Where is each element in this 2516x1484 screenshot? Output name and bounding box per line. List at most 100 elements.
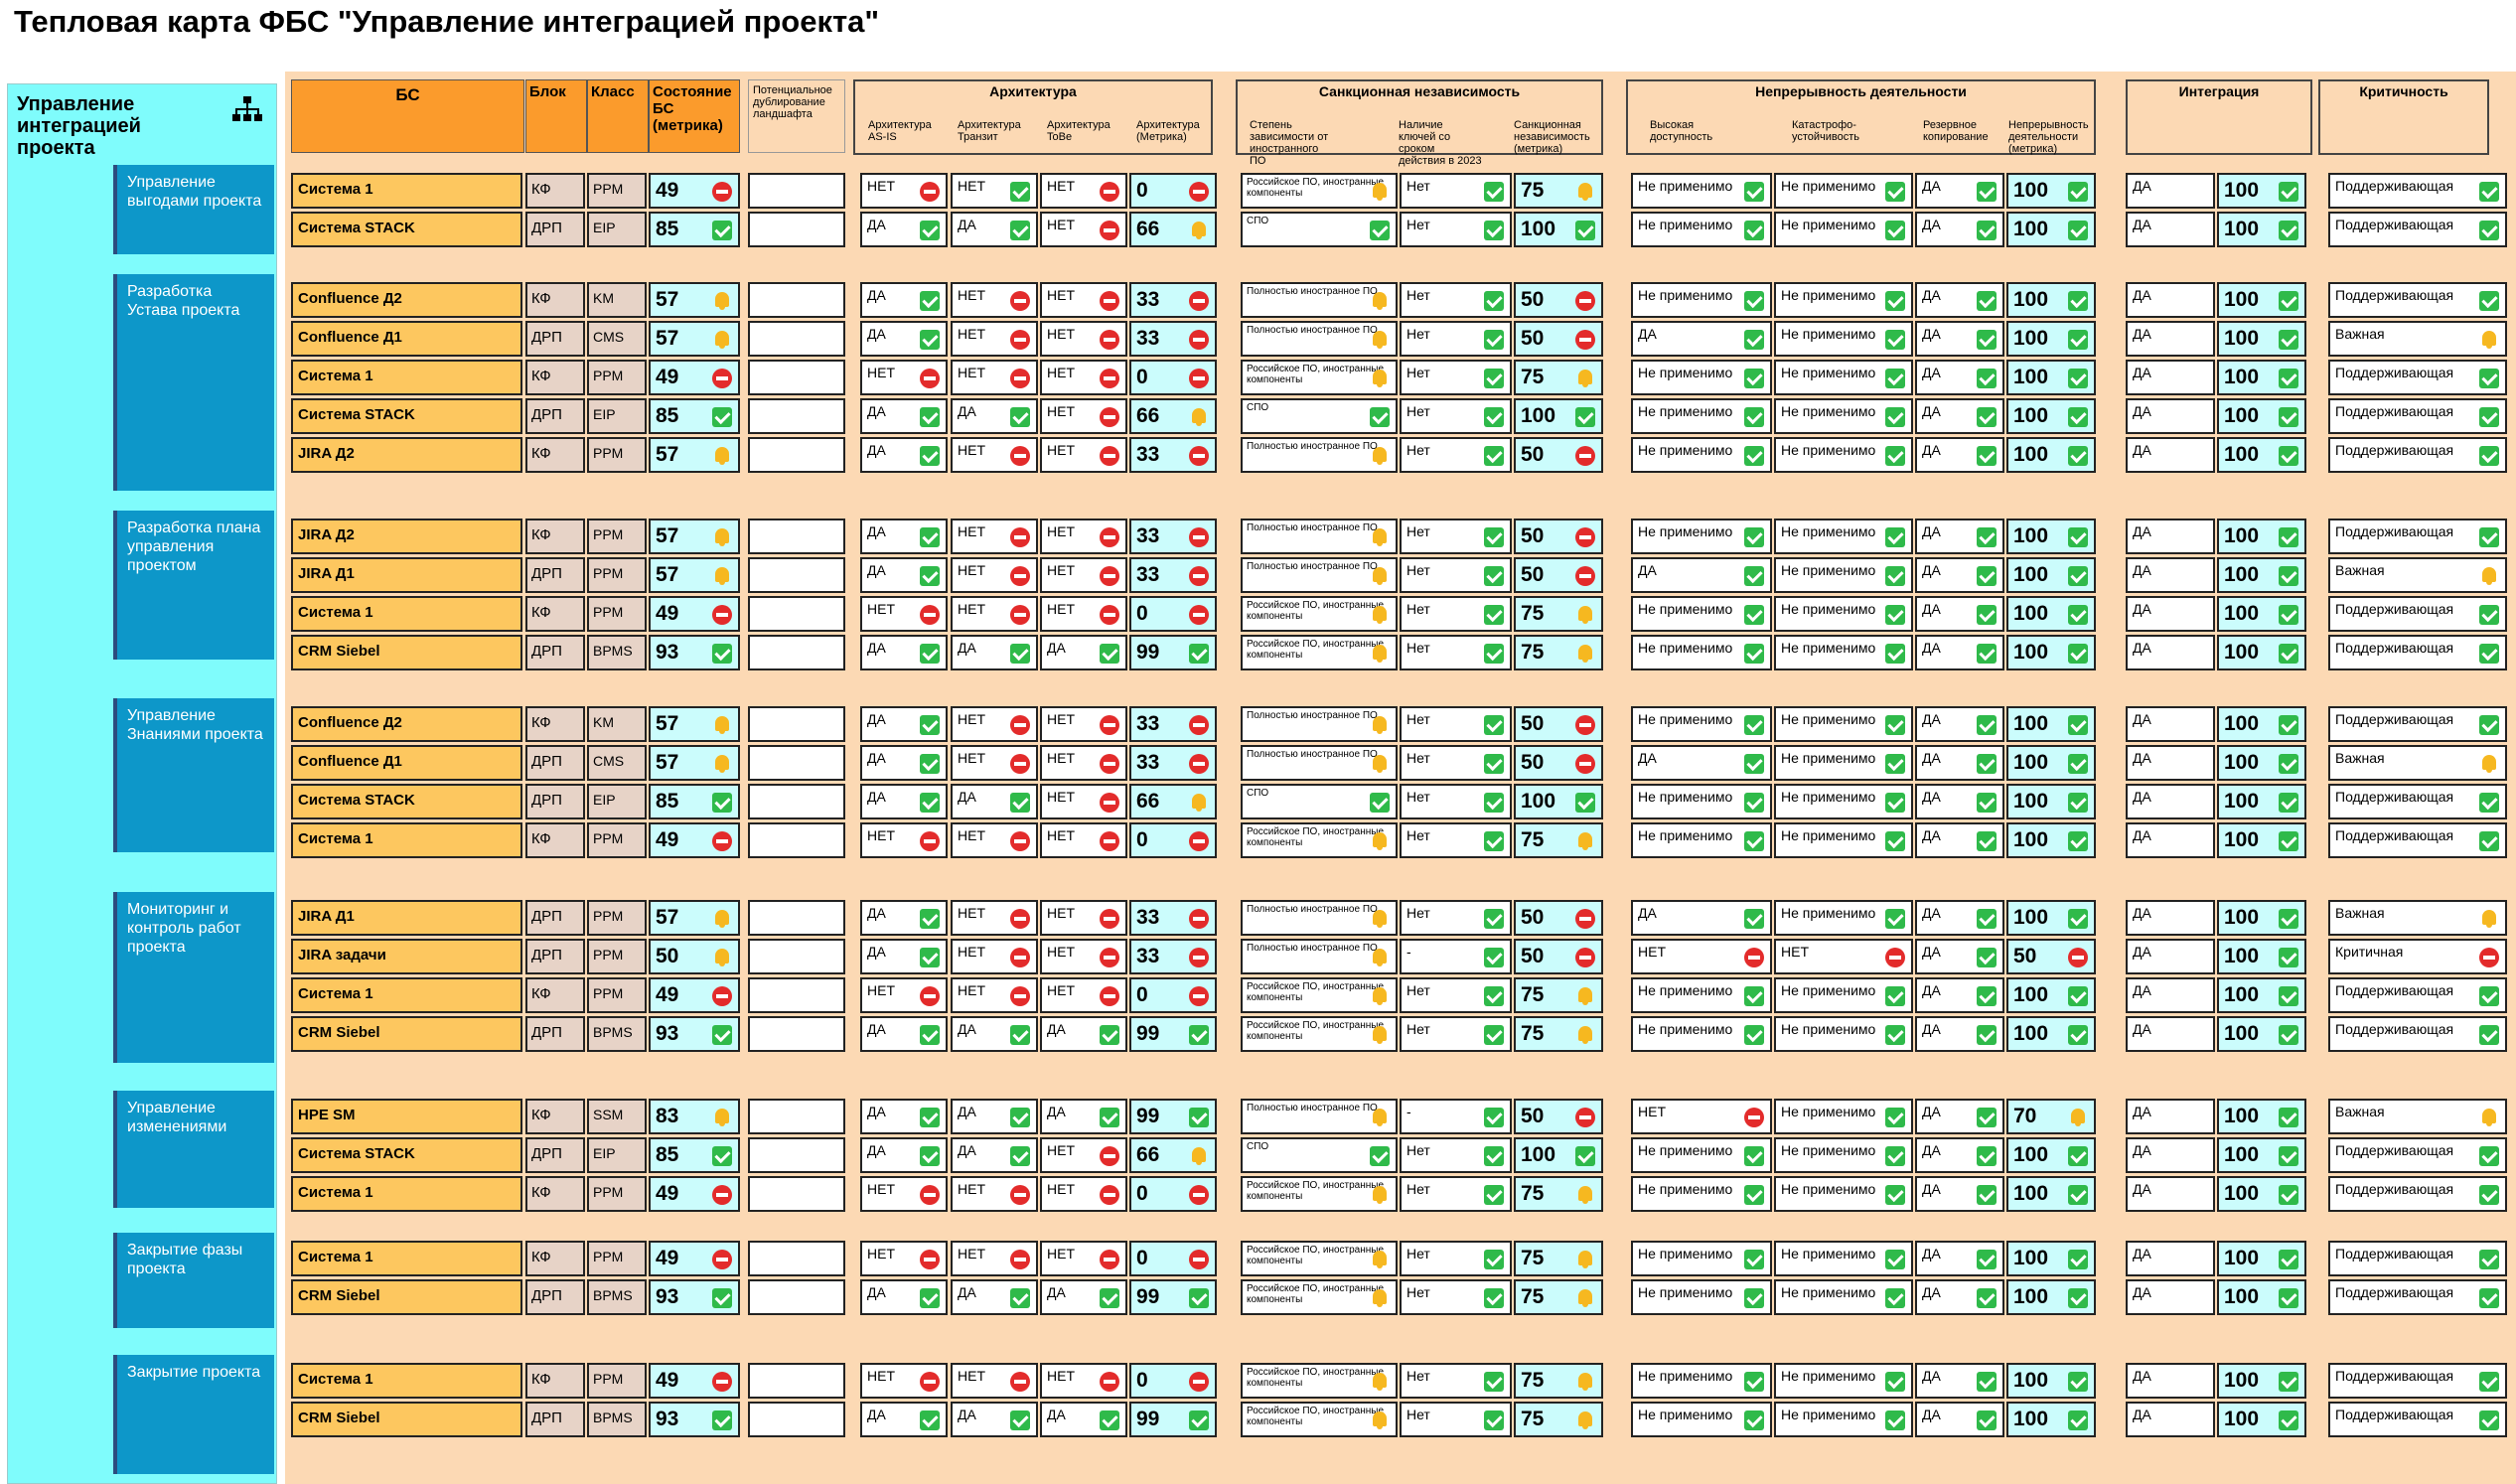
sanc-metric: 50 bbox=[1514, 557, 1603, 593]
cont-dr: Не применимо bbox=[1774, 1137, 1913, 1173]
cont-backup-text: ДА bbox=[1922, 442, 1941, 458]
arch-metric: 99 bbox=[1129, 1279, 1217, 1315]
cont-metric-text: 100 bbox=[2013, 524, 2049, 547]
integ-value-text: ДА bbox=[2133, 365, 2151, 380]
integ-value: ДА bbox=[2126, 212, 2215, 247]
block-cell: КФ bbox=[525, 1363, 585, 1399]
check-icon bbox=[1575, 221, 1595, 240]
arch-asis-text: ДА bbox=[867, 562, 886, 578]
arch-metric-text: 33 bbox=[1136, 443, 1160, 466]
sanc-keys: Нет bbox=[1400, 437, 1512, 473]
check-icon bbox=[1744, 446, 1764, 466]
arch-asis: ДА bbox=[860, 784, 948, 819]
integ-metric: 100 bbox=[2217, 282, 2306, 318]
state-metric: 57 bbox=[649, 745, 740, 781]
bell-icon bbox=[712, 527, 732, 547]
arch-tobe: ДА bbox=[1040, 1279, 1127, 1315]
stop-icon bbox=[1189, 1372, 1209, 1392]
process-4[interactable]: Мониторинг и контроль работ проекта bbox=[113, 892, 274, 1063]
state-metric-text: 49 bbox=[656, 1369, 679, 1392]
stop-icon bbox=[1575, 527, 1595, 547]
integ-metric: 100 bbox=[2217, 939, 2306, 974]
integ-value-text: ДА bbox=[2133, 287, 2151, 303]
cont-dr: Не применимо bbox=[1774, 360, 1913, 395]
process-0[interactable]: Управление выгодами проекта bbox=[113, 165, 274, 254]
integ-value: ДА bbox=[2126, 822, 2215, 858]
check-icon bbox=[2068, 182, 2088, 202]
integ-metric-text: 100 bbox=[2224, 1105, 2260, 1127]
check-icon bbox=[2068, 831, 2088, 851]
check-icon bbox=[1575, 407, 1595, 427]
bs-name: CRM Siebel bbox=[291, 1402, 522, 1437]
process-6[interactable]: Закрытие фазы проекта bbox=[113, 1233, 274, 1328]
cont-metric: 100 bbox=[2006, 321, 2096, 357]
sanc-dependency-text: Российское ПО, иностранные компоненты bbox=[1247, 1367, 1385, 1389]
arch-transit: ДА bbox=[951, 212, 1038, 247]
process-2[interactable]: Разработка плана управления проектом bbox=[113, 511, 274, 660]
cont-dr-text: Не применимо bbox=[1781, 1407, 1876, 1422]
integ-value-text: ДА bbox=[2133, 601, 2151, 617]
criticality: Поддерживающая bbox=[2328, 1363, 2507, 1399]
bs-name-text: JIRA Д1 bbox=[298, 565, 355, 582]
cont-availability: НЕТ bbox=[1631, 1099, 1772, 1134]
class-cell-text: BPMS bbox=[593, 1410, 633, 1425]
dup-cell bbox=[748, 706, 845, 742]
sanc-metric-text: 100 bbox=[1521, 790, 1556, 813]
process-3[interactable]: Управление Знаниями проекта bbox=[113, 698, 274, 852]
arch-transit: ДА bbox=[951, 1402, 1038, 1437]
cont-dr-text: Не применимо bbox=[1781, 1104, 1876, 1119]
arch-tobe: НЕТ bbox=[1040, 1176, 1127, 1212]
arch-tobe-text: ДА bbox=[1047, 1104, 1066, 1119]
sanc-dependency-text: Российское ПО, иностранные компоненты bbox=[1247, 639, 1385, 661]
check-icon bbox=[1885, 831, 1905, 851]
integ-value: ДА bbox=[2126, 939, 2215, 974]
check-icon bbox=[1885, 291, 1905, 311]
integ-value-text: ДА bbox=[2133, 178, 2151, 194]
state-metric: 49 bbox=[649, 822, 740, 858]
arch-transit-text: НЕТ bbox=[958, 601, 985, 617]
bs-name: Confluence Д1 bbox=[291, 745, 522, 781]
integ-value: ДА bbox=[2126, 437, 2215, 473]
bell-icon bbox=[1575, 182, 1595, 202]
stop-icon bbox=[1100, 527, 1119, 547]
check-icon bbox=[920, 1410, 940, 1430]
check-icon bbox=[1744, 1410, 1764, 1430]
arch-transit-text: НЕТ bbox=[958, 1246, 985, 1261]
check-icon bbox=[1484, 527, 1504, 547]
block-cell: ДРП bbox=[525, 1279, 585, 1315]
integ-metric-text: 100 bbox=[2224, 1247, 2260, 1269]
arch-asis: ДА bbox=[860, 939, 948, 974]
check-icon bbox=[1744, 527, 1764, 547]
cont-availability-text: Не применимо bbox=[1638, 1368, 1733, 1384]
arch-metric-text: 33 bbox=[1136, 751, 1160, 774]
arch-metric-text: 33 bbox=[1136, 945, 1160, 967]
class-cell: PPM bbox=[587, 1363, 647, 1399]
state-metric-text: 57 bbox=[656, 906, 679, 929]
class-cell: PPM bbox=[587, 437, 647, 473]
check-icon bbox=[2479, 182, 2499, 202]
process-7[interactable]: Закрытие проекта bbox=[113, 1355, 274, 1474]
integ-value-text: ДА bbox=[2133, 442, 2151, 458]
integ-value: ДА bbox=[2126, 1241, 2215, 1276]
block-cell: ДРП bbox=[525, 212, 585, 247]
arch-asis: ДА bbox=[860, 1137, 948, 1173]
check-icon bbox=[1977, 1250, 1997, 1269]
stop-icon bbox=[1189, 831, 1209, 851]
process-1[interactable]: Разработка Устава проекта bbox=[113, 274, 274, 491]
arch-tobe-text: НЕТ bbox=[1047, 365, 1075, 380]
arch-asis-text: НЕТ bbox=[867, 1181, 895, 1197]
check-icon bbox=[1744, 291, 1764, 311]
cont-availability: Не применимо bbox=[1631, 635, 1772, 670]
sanc-keys: Нет bbox=[1400, 1279, 1512, 1315]
cont-availability: Не применимо bbox=[1631, 784, 1772, 819]
check-icon bbox=[2279, 831, 2298, 851]
process-5[interactable]: Управление изменениями bbox=[113, 1091, 274, 1208]
cont-dr-text: Не применимо bbox=[1781, 1142, 1876, 1158]
cont-metric-text: 100 bbox=[2013, 828, 2049, 851]
sanc-keys-text: Нет bbox=[1406, 326, 1430, 342]
arch-transit-text: НЕТ bbox=[958, 523, 985, 539]
cont-backup: ДА bbox=[1915, 635, 2004, 670]
check-icon bbox=[2068, 644, 2088, 664]
check-icon bbox=[1189, 1288, 1209, 1308]
arch-asis: ДА bbox=[860, 1099, 948, 1134]
